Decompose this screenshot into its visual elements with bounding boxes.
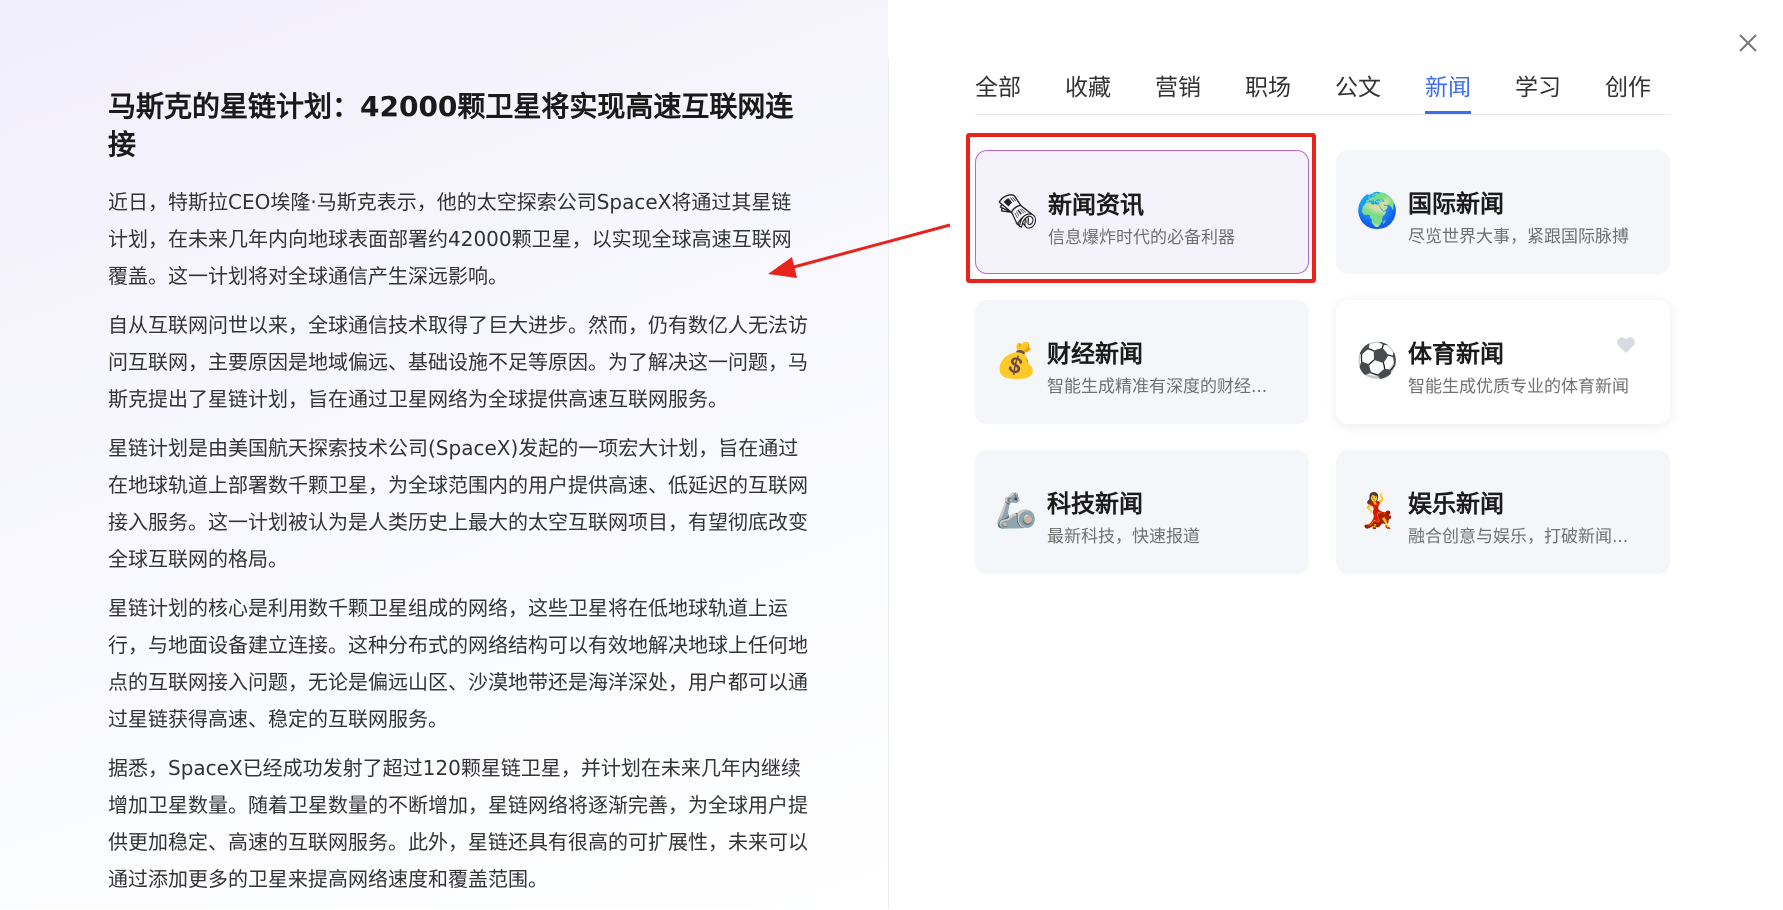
- tab-all[interactable]: 全部: [975, 68, 1021, 114]
- card-title: 娱乐新闻: [1408, 490, 1504, 518]
- template-card-sports-news[interactable]: ⚽ 体育新闻 智能生成优质专业的体育新闻: [1336, 300, 1670, 424]
- card-description: 尽览世界大事，紧跟国际脉搏: [1408, 227, 1629, 247]
- template-card-entertainment-news[interactable]: 💃 娱乐新闻 融合创意与娱乐，打破新闻...: [1336, 450, 1670, 574]
- card-description: 信息爆炸时代的必备利器: [1048, 228, 1235, 248]
- template-card-international-news[interactable]: 🌍 国际新闻 尽览世界大事，紧跟国际脉搏: [1336, 150, 1670, 274]
- tab-study[interactable]: 学习: [1515, 68, 1561, 114]
- card-description: 融合创意与娱乐，打破新闻...: [1408, 527, 1629, 547]
- tab-official-docs[interactable]: 公文: [1335, 68, 1381, 114]
- card-title: 新闻资讯: [1048, 191, 1144, 219]
- article-preview: 马斯克的星链计划：42000颗卫星将实现高速互联网连接 近日，特斯拉CEO埃隆·…: [108, 88, 808, 910]
- article-paragraph: 近日，特斯拉CEO埃隆·马斯克表示，他的太空探索公司SpaceX将通过其星链计划…: [108, 190, 792, 288]
- tab-workplace[interactable]: 职场: [1245, 68, 1291, 114]
- soccer-ball-icon: ⚽: [1356, 341, 1399, 381]
- dancer-icon: 💃: [1356, 491, 1399, 531]
- card-description: 智能生成精准有深度的财经...: [1047, 377, 1268, 397]
- template-card-tech-news[interactable]: 🦾 科技新闻 最新科技，快速报道: [975, 450, 1309, 574]
- heart-icon[interactable]: [1616, 336, 1636, 354]
- preview-panel: 马斯克的星链计划：42000颗卫星将实现高速互联网连接 近日，特斯拉CEO埃隆·…: [0, 0, 888, 909]
- close-icon[interactable]: [1733, 28, 1763, 58]
- template-card-news-info[interactable]: 🗞 新闻资讯 信息爆炸时代的必备利器: [975, 150, 1309, 274]
- tab-creation[interactable]: 创作: [1605, 68, 1651, 114]
- globe-icon: 🌍: [1356, 191, 1399, 231]
- card-title: 科技新闻: [1047, 490, 1143, 518]
- article-paragraph: 据悉，SpaceX已经成功发射了超过120颗星链卫星，并计划在未来几年内继续增加…: [108, 756, 808, 891]
- card-title: 财经新闻: [1047, 340, 1143, 368]
- mechanical-arm-icon: 🦾: [995, 491, 1038, 531]
- card-description: 智能生成优质专业的体育新闻: [1408, 377, 1629, 397]
- article-paragraph: 星链计划是由美国航天探索技术公司(SpaceX)发起的一项宏大计划，旨在通过在地…: [108, 436, 808, 571]
- article-paragraph: 星链计划的核心是利用数千颗卫星组成的网络，这些卫星将在低地球轨道上运行，与地面设…: [108, 596, 808, 731]
- panel-divider: [888, 58, 889, 909]
- card-title: 国际新闻: [1408, 190, 1504, 218]
- tab-marketing[interactable]: 营销: [1155, 68, 1201, 114]
- tab-news[interactable]: 新闻: [1425, 68, 1471, 114]
- card-description: 最新科技，快速报道: [1047, 527, 1200, 547]
- category-tabs: 全部 收藏 营销 职场 公文 新闻 学习 创作: [975, 56, 1670, 115]
- article-title: 马斯克的星链计划：42000颗卫星将实现高速互联网连接: [108, 90, 794, 161]
- article-paragraph: 自从互联网问世以来，全球通信技术取得了巨大进步。然而，仍有数亿人无法访问互联网，…: [108, 313, 808, 411]
- money-bag-icon: 💰: [995, 341, 1038, 381]
- card-title: 体育新闻: [1408, 340, 1504, 368]
- template-card-finance-news[interactable]: 💰 财经新闻 智能生成精准有深度的财经...: [975, 300, 1309, 424]
- tab-favorites[interactable]: 收藏: [1065, 68, 1111, 114]
- newspaper-icon: 🗞: [996, 192, 1040, 232]
